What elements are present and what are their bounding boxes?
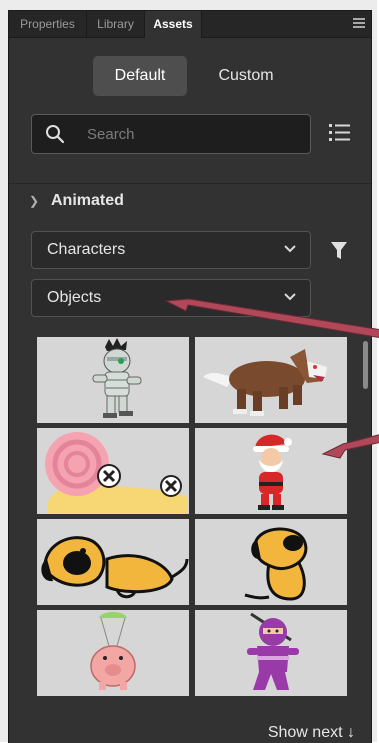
asset-thumb-santa[interactable] <box>195 428 347 514</box>
show-next-label: Show next <box>267 724 343 741</box>
search-icon <box>46 125 65 144</box>
tab-library[interactable]: Library <box>87 11 145 37</box>
section-divider <box>9 183 371 184</box>
dropdown-value: Objects <box>47 289 102 306</box>
asset-thumb-dog-lying[interactable] <box>37 519 189 605</box>
default-segment-button[interactable]: Default <box>93 56 187 96</box>
list-view-icon[interactable] <box>328 121 352 145</box>
search-box <box>31 114 311 154</box>
santa-icon <box>253 434 292 510</box>
dog-sitting-icon <box>244 527 308 601</box>
dropdown-value: Characters <box>47 241 126 258</box>
panel-tab-bar: Properties Library Assets <box>9 11 371 38</box>
ninja-icon <box>247 612 299 690</box>
chevron-down-icon <box>284 245 296 253</box>
snail-icon <box>45 432 187 514</box>
asset-thumb-pig[interactable] <box>37 610 189 696</box>
asset-grid <box>29 327 351 697</box>
pig-icon <box>90 612 136 690</box>
tab-properties[interactable]: Properties <box>9 11 87 37</box>
asset-thumb-werewolf[interactable] <box>195 337 347 423</box>
chevron-down-icon <box>284 293 296 301</box>
section-title: Animated <box>51 192 124 209</box>
custom-segment-button[interactable]: Custom <box>199 56 293 96</box>
werewolf-icon <box>203 349 327 416</box>
show-next-button[interactable]: Show next ↓ <box>268 720 355 743</box>
objects-dropdown[interactable]: Objects <box>31 279 311 317</box>
arrow-down-icon: ↓ <box>347 724 355 741</box>
asset-thumb-snail[interactable] <box>37 428 189 514</box>
characters-dropdown[interactable]: Characters <box>31 231 311 269</box>
asset-thumb-ninja[interactable] <box>195 610 347 696</box>
dog-lying-icon <box>41 536 189 599</box>
search-input[interactable] <box>87 124 297 144</box>
asset-thumb-dog-sitting[interactable] <box>195 519 347 605</box>
filter-icon[interactable] <box>330 241 348 261</box>
scrollbar-thumb[interactable] <box>363 341 368 389</box>
animated-section-header[interactable]: ❯ Animated <box>29 187 124 215</box>
mummy-icon <box>92 338 142 418</box>
asset-thumb-mummy[interactable] <box>37 337 189 423</box>
tab-assets[interactable]: Assets <box>145 11 202 38</box>
panel-menu-icon[interactable] <box>353 18 365 28</box>
chevron-down-icon: ❯ <box>29 194 40 208</box>
